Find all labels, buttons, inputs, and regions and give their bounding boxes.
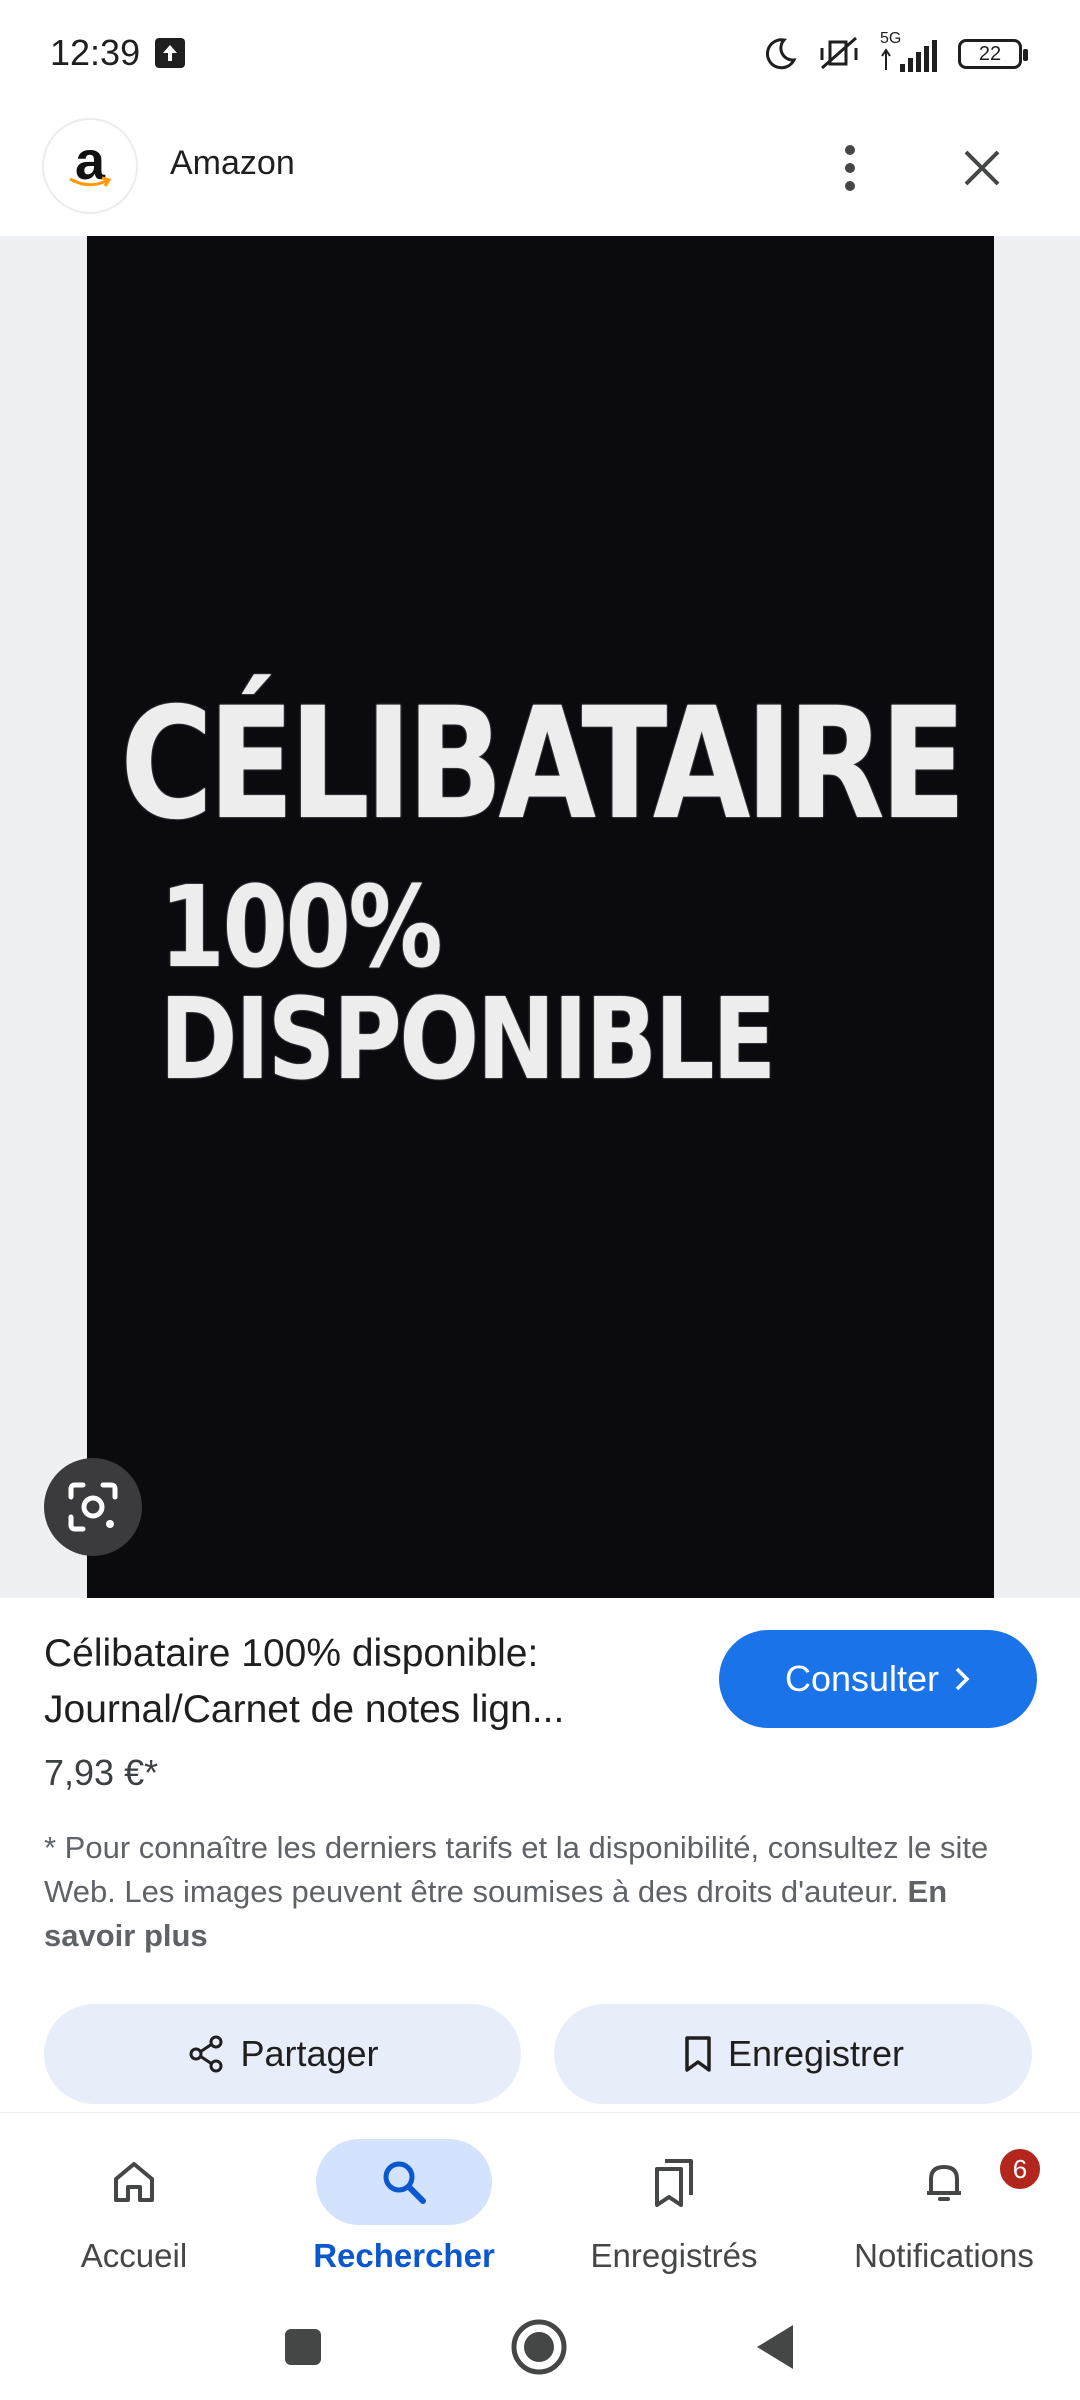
nav-item-home[interactable]: Accueil: [4, 2125, 264, 2285]
nav-label-home: Accueil: [80, 2237, 188, 2274]
status-time: 12:39: [50, 32, 141, 73]
back-button[interactable]: [740, 2312, 810, 2382]
close-button[interactable]: [952, 138, 1012, 198]
cover-title-line2: 100% DISPONIBLE: [159, 863, 777, 1105]
chevron-right-icon: [955, 1667, 970, 1691]
nav-label-saved: Enregistrés: [590, 2237, 758, 2274]
close-icon: [964, 150, 1000, 186]
share-label: Partager: [240, 2033, 379, 2074]
home-icon: [114, 2162, 154, 2202]
signal-icon: [881, 40, 937, 72]
upload-icon: [155, 38, 185, 68]
image-preview-area: CÉLIBATAIRE 100% DISPONIBLE: [0, 236, 1080, 1598]
square-icon: [285, 2329, 321, 2365]
site-logo[interactable]: a: [44, 120, 136, 212]
battery-level: 22: [978, 43, 1002, 65]
cover-title-line1: CÉLIBATAIRE: [119, 675, 966, 854]
bookmarks-icon: [655, 2159, 693, 2207]
share-button[interactable]: Partager: [44, 2004, 521, 2104]
mute-vibrate-icon: [820, 36, 858, 70]
product-title[interactable]: Célibataire 100% disponible: Journal/Car…: [44, 1626, 684, 1738]
back-triangle-icon: [757, 2325, 793, 2369]
notification-badge: 6: [998, 2147, 1042, 2191]
smile-arrow-icon: [69, 176, 112, 187]
bottom-navigation: Accueil Rechercher Enregistrés 6 Notific…: [0, 2112, 1080, 2292]
nav-icon-container: [46, 2139, 222, 2225]
nav-item-saved[interactable]: Enregistrés: [544, 2125, 804, 2285]
status-icons: 5G 22: [760, 30, 1028, 78]
nav-icon-container: [316, 2139, 492, 2225]
lens-icon: [68, 1482, 118, 1532]
disclaimer-body: * Pour connaître les derniers tarifs et …: [44, 1830, 989, 1909]
nav-item-notifications[interactable]: 6 Notifications: [814, 2125, 1074, 2285]
product-image[interactable]: CÉLIBATAIRE 100% DISPONIBLE: [87, 236, 994, 1598]
nav-icon-container: [586, 2139, 762, 2225]
status-bar: 12:39 5G 22: [0, 0, 1080, 108]
home-system-button[interactable]: [504, 2312, 574, 2382]
save-label: Enregistrer: [727, 2033, 905, 2074]
more-options-button[interactable]: [820, 138, 880, 198]
bookmark-icon: [685, 2036, 711, 2072]
moon-icon: [765, 38, 797, 70]
search-icon: [383, 2161, 426, 2204]
more-vert-icon: [845, 145, 855, 191]
save-button[interactable]: Enregistrer: [554, 2004, 1032, 2104]
circle-home-icon: [511, 2319, 567, 2375]
lens-search-button[interactable]: [44, 1458, 142, 1556]
product-price: 7,93 €*: [44, 1752, 159, 1793]
system-navigation-bar: [0, 2292, 1080, 2400]
battery-icon: 22: [958, 39, 1028, 69]
nav-icon-container: 6: [856, 2139, 1042, 2225]
bell-icon: [927, 2165, 961, 2201]
share-icon: [189, 2035, 223, 2073]
signal-indicator: 5G: [878, 30, 942, 74]
recents-button[interactable]: [268, 2312, 338, 2382]
nav-label-notifications: Notifications: [854, 2237, 1034, 2274]
visit-button-label: Consulter: [784, 1658, 940, 1699]
disclaimer-text: * Pour connaître les derniers tarifs et …: [44, 1826, 1034, 1958]
visit-button[interactable]: Consulter: [719, 1630, 1037, 1728]
site-name[interactable]: Amazon: [170, 144, 295, 183]
viewer-header: a Amazon: [0, 108, 1080, 236]
nav-label-search: Rechercher: [313, 2237, 495, 2274]
nav-item-search[interactable]: Rechercher: [274, 2125, 534, 2285]
